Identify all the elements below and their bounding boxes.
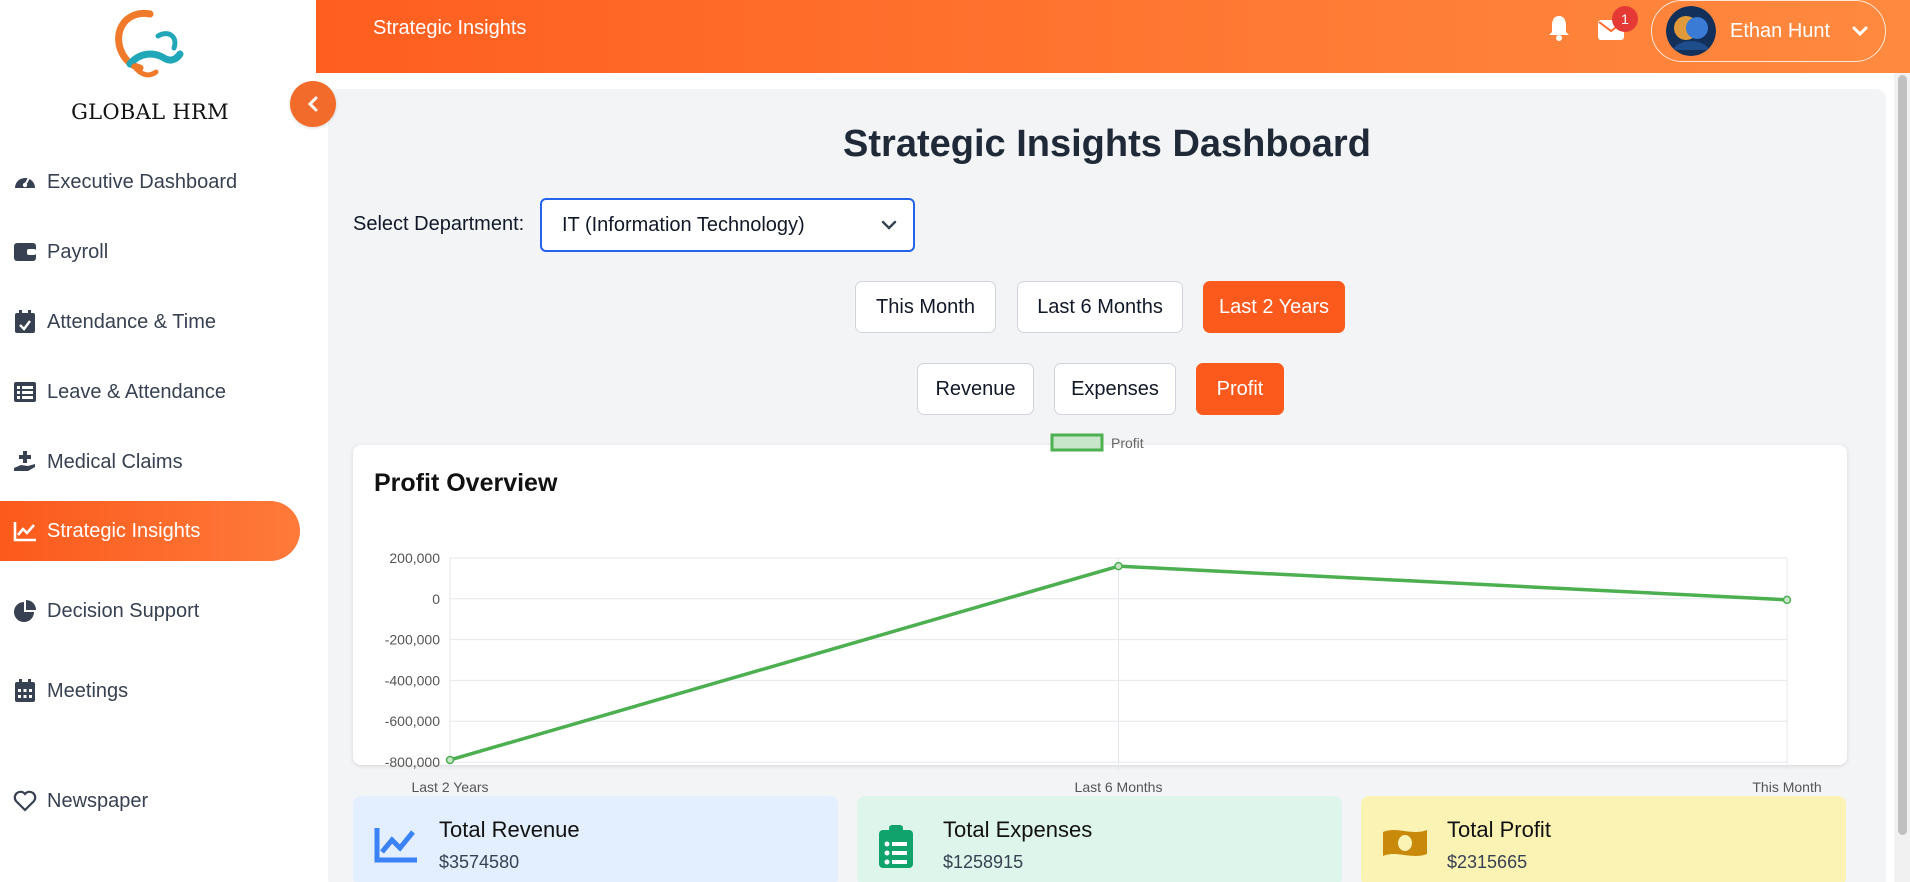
stat-title: Total Profit [1447, 817, 1551, 842]
sidebar-item-label: Newspaper [47, 789, 149, 812]
bell-icon[interactable] [1547, 14, 1571, 47]
calendar-check-icon [12, 309, 38, 335]
sidebar-item-label: Executive Dashboard [47, 170, 238, 193]
department-select-value: IT (Information Technology) [562, 213, 805, 236]
sidebar-item-payroll[interactable]: Payroll [0, 222, 300, 282]
chart-line-icon [373, 824, 419, 869]
sidebar-item-attendance-time[interactable]: Attendance & Time [0, 292, 300, 352]
period-last-6-months-button[interactable]: Last 6 Months [1017, 281, 1183, 333]
clipboard-list-icon [877, 824, 915, 875]
sidebar-item-label: Payroll [47, 240, 109, 263]
sidebar-item-executive-dashboard[interactable]: Executive Dashboard [0, 152, 300, 212]
brand-name: GLOBAL HRM [71, 100, 229, 124]
chart-line-icon [12, 518, 38, 544]
metric-revenue-button[interactable]: Revenue [917, 363, 1034, 415]
scrollbar[interactable] [1894, 73, 1910, 882]
logo: GLOBAL HRM [0, 0, 300, 130]
sidebar-item-label: Meetings [47, 679, 129, 702]
calendar-icon [12, 678, 38, 704]
pie-chart-icon [12, 598, 38, 624]
user-name: Ethan Hunt [1730, 19, 1831, 42]
page-title: Strategic Insights Dashboard [843, 123, 1371, 165]
avatar [1666, 6, 1716, 56]
user-menu[interactable]: Ethan Hunt [1651, 0, 1886, 62]
sidebar-collapse-button[interactable] [290, 81, 336, 127]
sidebar-item-label: Strategic Insights [47, 519, 201, 542]
mail-count-badge: 1 [1612, 6, 1638, 32]
sidebar-item-medical-claims[interactable]: Medical Claims [0, 432, 300, 492]
scrollbar-thumb[interactable] [1898, 75, 1907, 835]
money-bill-icon [1381, 824, 1429, 865]
metric-profit-button[interactable]: Profit [1196, 363, 1284, 415]
heart-icon [12, 788, 38, 814]
chart-card-title: Profit Overview [374, 469, 558, 497]
profit-overview-card: Profit Overview [353, 445, 1847, 765]
gauge-icon [12, 169, 38, 195]
sidebar-item-leave-attendance[interactable]: Leave & Attendance [0, 362, 300, 422]
wallet-icon [12, 239, 38, 265]
stat-title: Total Revenue [439, 817, 580, 842]
total-expenses-card: Total Expenses $1258915 [857, 796, 1342, 882]
sidebar-item-meetings[interactable]: Meetings [0, 661, 300, 721]
sidebar-item-strategic-insights[interactable]: Strategic Insights [0, 501, 300, 561]
department-select[interactable]: IT (Information Technology) [540, 198, 915, 252]
stat-value: $1258915 [943, 852, 1024, 872]
hand-holding-medical-icon [12, 449, 38, 475]
stat-value: $2315665 [1447, 852, 1528, 872]
sidebar-item-label: Decision Support [47, 599, 200, 622]
stat-title: Total Expenses [943, 817, 1093, 842]
chevron-left-icon [307, 96, 318, 112]
period-last-2-years-button[interactable]: Last 2 Years [1203, 281, 1345, 333]
sidebar-item-label: Medical Claims [47, 450, 183, 473]
period-this-month-button[interactable]: This Month [855, 281, 996, 333]
sidebar-item-newspaper[interactable]: Newspaper [0, 771, 300, 831]
topbar-title: Strategic Insights [373, 17, 527, 39]
metric-expenses-button[interactable]: Expenses [1054, 363, 1176, 415]
sidebar-item-decision-support[interactable]: Decision Support [0, 581, 300, 641]
list-icon [12, 379, 38, 405]
chevron-down-icon [881, 220, 897, 230]
handshake-logo-icon [115, 9, 184, 78]
sidebar: GLOBAL HRM Executive Dashboard Payroll A… [0, 0, 316, 882]
department-label: Select Department: [353, 213, 525, 235]
total-revenue-card: Total Revenue $3574580 [353, 796, 838, 882]
main-content: Strategic Insights Dashboard Select Depa… [316, 73, 1910, 882]
top-bar: Strategic Insights 1 Ethan Hunt [316, 0, 1910, 73]
sidebar-item-label: Leave & Attendance [47, 380, 227, 403]
stat-value: $3574580 [439, 852, 520, 872]
sidebar-item-label: Attendance & Time [47, 310, 216, 333]
chevron-down-icon [1852, 26, 1868, 37]
total-profit-card: Total Profit $2315665 [1361, 796, 1846, 882]
